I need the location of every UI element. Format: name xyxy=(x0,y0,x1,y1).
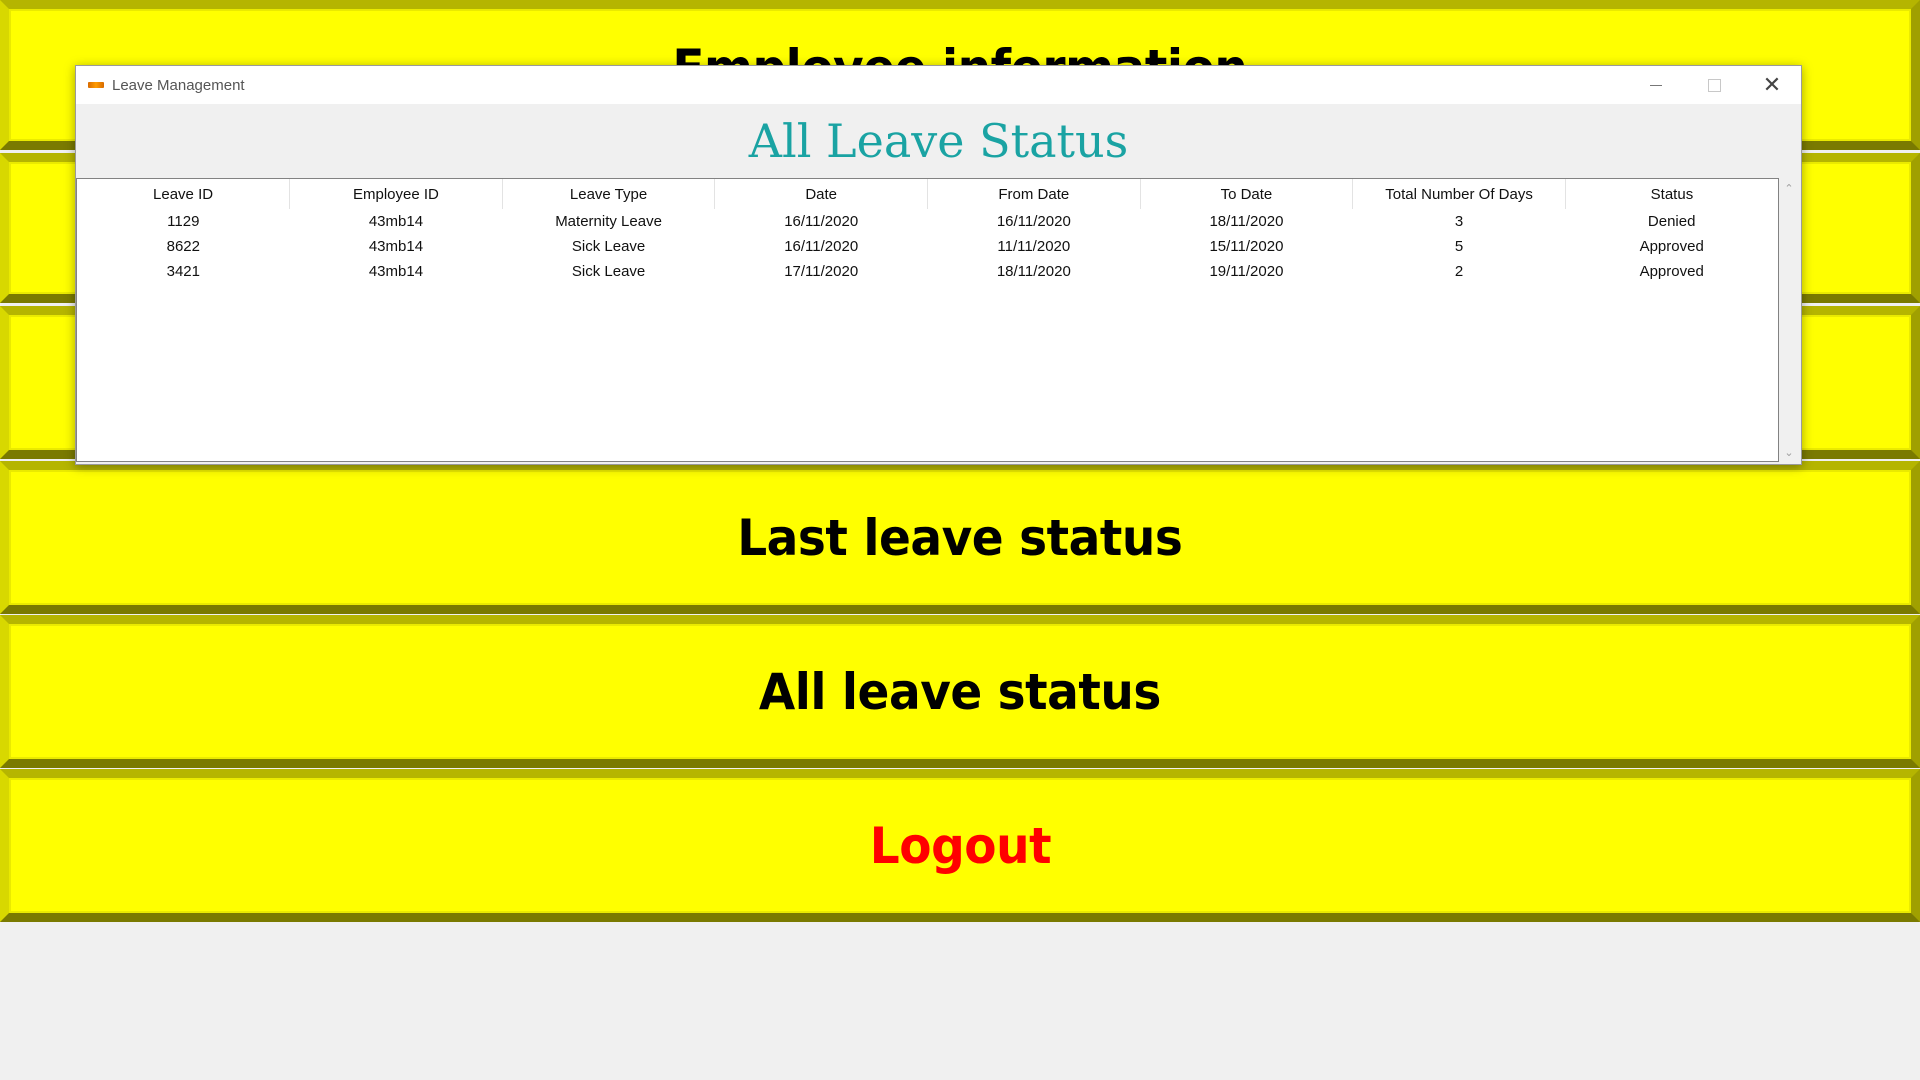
table-row[interactable]: 8622 43mb14 Sick Leave 16/11/2020 11/11/2020… xyxy=(77,234,1778,259)
leave-table: Leave ID Employee ID Leave Type Date From Da… xyxy=(77,179,1778,284)
table-cell: 15/11/2020 xyxy=(1209,238,1284,255)
table-cell: Denied xyxy=(1647,213,1696,230)
app-icon xyxy=(88,82,104,88)
table-cell: Sick Leave xyxy=(571,263,646,280)
column-header[interactable]: Status xyxy=(1565,179,1778,209)
table-cell: 17/11/2020 xyxy=(784,263,859,280)
leave-table-container[interactable]: Leave ID Employee ID Leave Type Date From Da… xyxy=(76,178,1779,462)
table-cell: 43mb14 xyxy=(368,238,424,255)
title-bar[interactable]: Leave Management ✕ xyxy=(76,66,1801,104)
all-leave-status-button[interactable]: All leave status xyxy=(0,615,1920,768)
minimize-icon[interactable] xyxy=(1627,66,1685,104)
column-header[interactable]: From Date xyxy=(927,179,1141,209)
table-cell: 18/11/2020 xyxy=(1209,213,1284,230)
window-controls: ✕ xyxy=(1627,66,1801,104)
maximize-icon[interactable] xyxy=(1685,66,1743,104)
column-header[interactable]: Leave Type xyxy=(502,179,716,209)
table-row[interactable]: 3421 43mb14 Sick Leave 17/11/2020 18/11/2020… xyxy=(77,259,1778,284)
column-header[interactable]: To Date xyxy=(1140,179,1354,209)
logout-label: Logout xyxy=(869,816,1051,875)
column-header[interactable]: Total Number Of Days xyxy=(1352,179,1566,209)
scroll-up-icon[interactable]: ⌃ xyxy=(1779,178,1799,198)
table-cell: 18/11/2020 xyxy=(996,263,1071,280)
table-cell: 43mb14 xyxy=(368,213,424,230)
window-title: Leave Management xyxy=(112,76,245,94)
leave-management-window: Leave Management ✕ All Leave Status Leav… xyxy=(75,65,1802,465)
table-cell: 16/11/2020 xyxy=(996,213,1071,230)
all-leave-status-label: All leave status xyxy=(758,662,1162,721)
table-cell: Sick Leave xyxy=(571,238,646,255)
table-body: 1129 43mb14 Maternity Leave 16/11/2020 16/11… xyxy=(77,209,1778,284)
column-header[interactable]: Employee ID xyxy=(289,179,503,209)
logout-button[interactable]: Logout xyxy=(0,769,1920,922)
last-leave-status-button[interactable]: Last leave status xyxy=(0,461,1920,614)
table-cell: 1129 xyxy=(167,213,200,230)
close-icon[interactable]: ✕ xyxy=(1743,66,1801,104)
table-cell: 43mb14 xyxy=(368,263,424,280)
table-cell: 3421 xyxy=(166,263,200,280)
table-cell: Approved xyxy=(1639,238,1704,255)
table-cell: 3 xyxy=(1454,213,1464,230)
table-cell: 16/11/2020 xyxy=(784,213,859,230)
table-cell: 11/11/2020 xyxy=(997,238,1071,255)
table-cell: 2 xyxy=(1454,263,1464,280)
column-header[interactable]: Date xyxy=(714,179,928,209)
vertical-scrollbar[interactable]: ⌃ ⌄ xyxy=(1779,178,1799,462)
table-cell: 19/11/2020 xyxy=(1209,263,1284,280)
table-cell: 8622 xyxy=(166,238,200,255)
table-header-row: Leave ID Employee ID Leave Type Date From Da… xyxy=(77,179,1778,209)
table-cell: Approved xyxy=(1639,263,1704,280)
table-cell: Maternity Leave xyxy=(555,213,662,230)
page-title: All Leave Status xyxy=(748,114,1129,168)
table-cell: 5 xyxy=(1454,238,1464,255)
column-header[interactable]: Leave ID xyxy=(77,179,291,209)
scroll-down-icon[interactable]: ⌄ xyxy=(1779,442,1799,462)
last-leave-status-label: Last leave status xyxy=(737,508,1183,567)
table-cell: 16/11/2020 xyxy=(784,238,859,255)
table-row[interactable]: 1129 43mb14 Maternity Leave 16/11/2020 16/11… xyxy=(77,209,1778,234)
